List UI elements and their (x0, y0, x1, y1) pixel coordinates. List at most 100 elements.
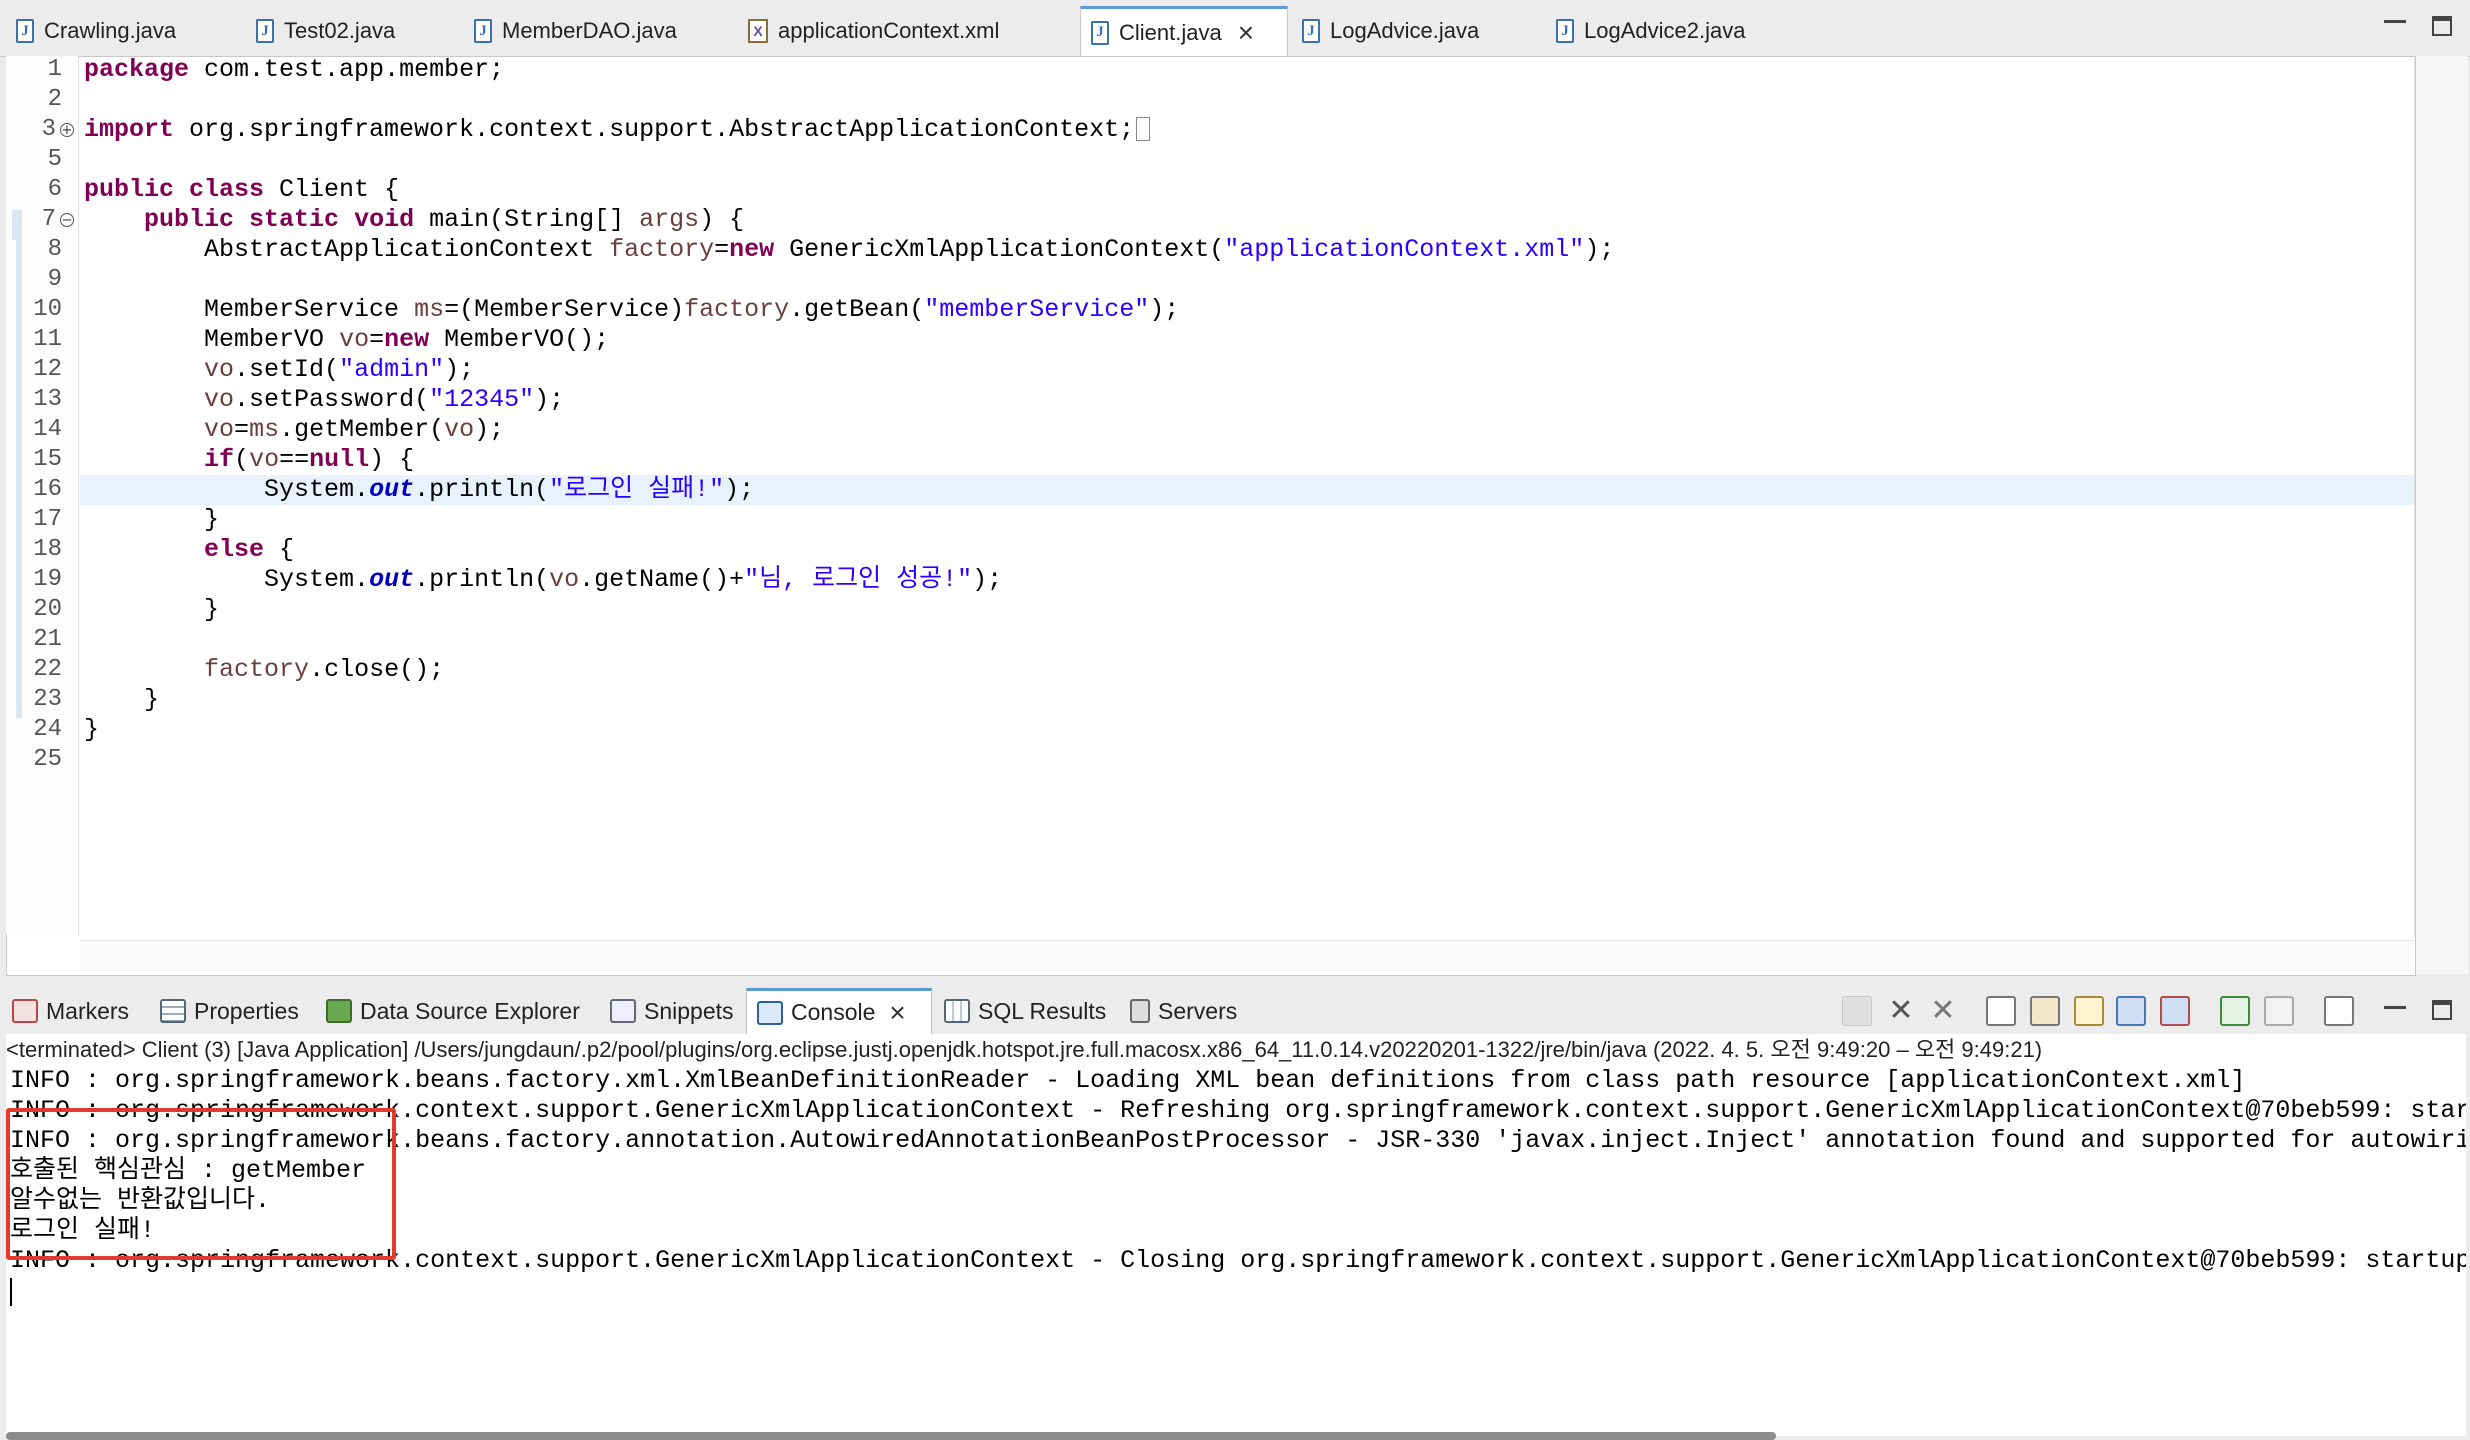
code-token: "로그인 실패!" (549, 475, 725, 504)
tab-label: Properties (194, 997, 299, 1024)
maximize-icon (2432, 1000, 2452, 1020)
open-console-icon[interactable] (2324, 996, 2354, 1026)
tab-label: LogAdvice.java (1330, 18, 1480, 43)
code-line: } (84, 685, 160, 714)
tab-snippets[interactable]: Snippets (610, 988, 734, 1034)
tab-applicationcontext-xml[interactable]: X applicationContext.xml (748, 6, 999, 56)
code-token: main(String[] (414, 205, 640, 234)
remove-launch-icon[interactable]: ✕ (1886, 996, 1916, 1026)
line-number: 10 (33, 296, 62, 323)
tab-label: Data Source Explorer (360, 997, 580, 1024)
expand-fold-icon[interactable]: + (60, 123, 74, 137)
tab-test02-java[interactable]: J Test02.java (256, 6, 395, 56)
code-token: = (234, 415, 250, 444)
minimize-icon (2384, 998, 2406, 1009)
line-number: 1 (47, 56, 62, 83)
text-cursor (10, 1278, 12, 1306)
code-token: vo (204, 385, 235, 414)
code-token: out (369, 475, 415, 504)
folded-imports-icon[interactable] (1136, 117, 1151, 142)
code-token: "applicationContext.xml" (1224, 235, 1585, 264)
code-line: System.out.println(vo.getName()+"님, 로그인 … (84, 565, 1002, 595)
close-tab-icon[interactable]: × (1238, 18, 1254, 47)
code-token: "admin" (339, 355, 445, 384)
code-line: } (84, 595, 220, 624)
line-number: 13 (33, 386, 62, 413)
line-number: 20 (33, 596, 62, 623)
code-token: "12345" (429, 385, 535, 414)
line-number: 18 (33, 536, 62, 563)
tab-memberdao-java[interactable]: J MemberDAO.java (474, 6, 677, 56)
tab-crawling-java[interactable]: J Crawling.java (16, 6, 176, 56)
code-line: public static void main(String[] args) { (84, 205, 744, 235)
code-token: Client { (264, 175, 400, 204)
maximize-icon (2432, 16, 2452, 36)
code-token: ms (249, 415, 280, 444)
code-token: factory (684, 295, 790, 324)
code-token: ms (414, 295, 445, 324)
code-line: if(vo==null) { (84, 445, 414, 475)
code-token: class (189, 175, 265, 204)
overview-ruler[interactable] (2416, 56, 2468, 974)
tab-client-java[interactable]: J Client.java × (1080, 6, 1288, 56)
minimize-icon (2384, 12, 2406, 23)
code-token: MemberVO (204, 325, 340, 354)
overview-ruler-divider (2414, 56, 2415, 936)
remove-all-terminated-icon[interactable]: ✕ (1928, 996, 1958, 1026)
tab-servers[interactable]: Servers (1130, 988, 1237, 1034)
code-token: else (204, 535, 265, 564)
line-number: 21 (33, 626, 62, 653)
line-number: 25 (33, 746, 62, 773)
minimize-view-button[interactable] (2384, 998, 2406, 1020)
console-horizontal-scrollbar[interactable] (6, 1432, 1776, 1440)
show-on-stdout-icon[interactable] (2116, 996, 2146, 1026)
editor-horizontal-scrollbar[interactable] (80, 940, 2414, 971)
code-token: package (84, 55, 190, 84)
line-number: 2 (47, 86, 62, 113)
tab-logadvice-java[interactable]: J LogAdvice.java (1302, 6, 1479, 56)
clear-console-icon[interactable] (1986, 996, 2016, 1026)
properties-icon (160, 999, 186, 1023)
maximize-editor-button[interactable] (2432, 16, 2454, 38)
tab-label: Crawling.java (44, 18, 177, 43)
tab-logadvice2-java[interactable]: J LogAdvice2.java (1556, 6, 1745, 56)
console-icon (757, 1000, 783, 1025)
code-token: ); (1149, 295, 1180, 324)
code-token: { (264, 535, 295, 564)
code-line: MemberService ms=(MemberService)factory.… (84, 295, 1179, 325)
code-token: public (84, 175, 175, 204)
code-token: ); (444, 355, 475, 384)
code-line: package com.test.app.member; (84, 55, 504, 85)
minimize-editor-button[interactable] (2384, 12, 2406, 34)
code-token: ); (1584, 235, 1615, 264)
tab-label: Client.java (1119, 19, 1222, 45)
display-console-icon[interactable] (2264, 996, 2294, 1026)
code-token: vo (339, 325, 370, 354)
line-number: 24 (33, 716, 62, 743)
show-on-stderr-icon[interactable] (2160, 996, 2190, 1026)
scroll-lock-icon[interactable] (2030, 996, 2060, 1026)
word-wrap-icon[interactable] (2074, 996, 2104, 1026)
annotation-highlight-box (6, 1108, 396, 1260)
maximize-view-button[interactable] (2432, 1000, 2454, 1022)
collapse-fold-icon[interactable]: − (60, 213, 74, 227)
tab-properties[interactable]: Properties (160, 988, 299, 1034)
stop-icon[interactable] (1842, 996, 1872, 1026)
code-token: = (714, 235, 730, 264)
tab-markers[interactable]: Markers (12, 988, 129, 1034)
code-line: vo=ms.getMember(vo); (84, 415, 504, 445)
tab-sql-results[interactable]: SQL Results (944, 988, 1106, 1034)
tab-data-source-explorer[interactable]: Data Source Explorer (326, 988, 580, 1034)
code-token: .println( (414, 475, 550, 504)
code-token: System. (264, 565, 370, 594)
code-token: org.springframework.context.support.Abst… (174, 115, 1135, 144)
pin-console-icon[interactable] (2220, 996, 2250, 1026)
code-token: import (84, 115, 175, 144)
tab-console[interactable]: Console × (746, 988, 932, 1034)
close-tab-icon[interactable]: × (889, 998, 905, 1027)
